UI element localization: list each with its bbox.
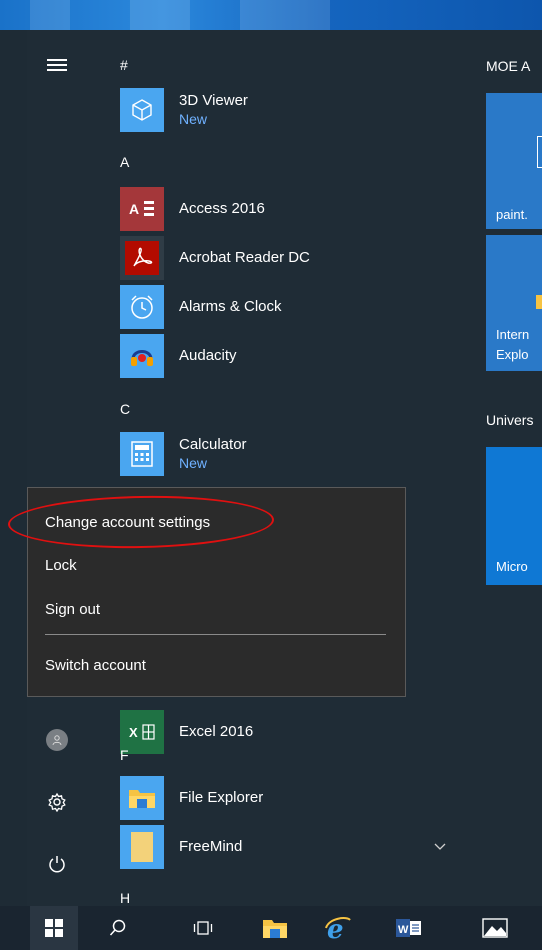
hamburger-icon	[47, 56, 67, 74]
tile-paint[interactable]: paint.	[486, 93, 542, 229]
settings-button[interactable]	[27, 780, 87, 824]
task-view-button[interactable]	[179, 906, 227, 950]
app-name: Alarms & Clock	[179, 298, 282, 315]
paint-icon	[537, 136, 542, 168]
app-list: # 3D Viewer New A A Access 2016 Acrobat …	[87, 30, 467, 906]
app-alarms-clock[interactable]: Alarms & Clock	[120, 285, 460, 329]
access-icon: A	[120, 187, 164, 231]
taskbar-word[interactable]: W	[385, 906, 433, 950]
desktop-wallpaper-strip	[0, 0, 542, 30]
start-button[interactable]	[30, 906, 78, 950]
wallpaper-stripe	[240, 0, 330, 30]
letter-header-h[interactable]: H	[120, 890, 130, 906]
search-icon	[109, 919, 126, 936]
freemind-icon	[120, 825, 164, 869]
chevron-down-icon	[434, 843, 446, 850]
taskbar: e W	[0, 906, 542, 950]
svg-text:X: X	[129, 725, 138, 740]
tile-internet-explorer[interactable]: Intern Explo	[486, 235, 542, 371]
file-explorer-icon	[120, 776, 164, 820]
app-name: Acrobat Reader DC	[179, 249, 310, 266]
settings-gear-icon	[48, 792, 66, 812]
app-calculator[interactable]: Calculator New	[120, 432, 460, 476]
user-avatar-icon	[46, 729, 68, 751]
app-file-explorer[interactable]: File Explorer	[120, 776, 460, 820]
app-name: FreeMind	[179, 838, 243, 855]
app-name: Calculator	[179, 436, 247, 453]
audacity-icon	[120, 334, 164, 378]
app-freemind[interactable]: FreeMind	[120, 825, 460, 869]
calculator-icon	[120, 432, 164, 476]
start-rail	[27, 30, 87, 906]
search-button[interactable]	[94, 906, 142, 950]
svg-text:W: W	[398, 924, 409, 936]
app-audacity[interactable]: Audacity	[120, 334, 460, 378]
app-name: Audacity	[179, 347, 237, 364]
app-name: Access 2016	[179, 200, 265, 217]
taskbar-internet-explorer[interactable]: e	[314, 906, 362, 950]
app-name: File Explorer	[179, 789, 264, 806]
power-button[interactable]	[27, 842, 87, 886]
wallpaper-stripe	[30, 0, 70, 30]
letter-header-f[interactable]: F	[120, 747, 129, 763]
switch-account-item[interactable]: Switch account	[28, 645, 405, 685]
menu-divider	[45, 634, 386, 635]
app-access-2016[interactable]: A Access 2016	[120, 187, 460, 231]
tile-label: Micro	[496, 559, 528, 574]
3d-viewer-icon	[120, 88, 164, 132]
tile-group-heading[interactable]: Univers	[486, 412, 533, 428]
lock-item[interactable]: Lock	[28, 545, 405, 585]
app-new-badge: New	[179, 111, 208, 127]
app-3d-viewer[interactable]: 3D Viewer New	[120, 88, 460, 132]
app-acrobat-reader[interactable]: Acrobat Reader DC	[120, 236, 460, 280]
sign-out-item[interactable]: Sign out	[28, 589, 405, 629]
app-name: 3D Viewer	[179, 92, 248, 109]
app-excel-2016[interactable]: X Excel 2016	[120, 710, 460, 754]
tile-group-heading[interactable]: MOE A	[486, 58, 530, 74]
wallpaper-stripe	[130, 0, 190, 30]
file-explorer-icon	[263, 920, 287, 938]
taskbar-photos[interactable]	[471, 906, 519, 950]
internet-explorer-icon: e	[325, 916, 351, 940]
user-account-button[interactable]	[27, 718, 87, 762]
letter-header-hash[interactable]: #	[120, 57, 128, 73]
acrobat-icon	[120, 236, 164, 280]
tile-label: paint.	[496, 207, 528, 222]
tile-label: Intern	[496, 327, 530, 342]
app-name: Excel 2016	[179, 723, 254, 740]
letter-header-a[interactable]: A	[120, 154, 129, 170]
word-icon: W	[396, 919, 421, 937]
svg-text:A: A	[129, 201, 139, 217]
letter-header-c[interactable]: C	[120, 401, 130, 417]
windows-start-icon	[45, 919, 63, 937]
task-view-icon	[193, 921, 213, 935]
tile-label: Explo	[496, 347, 529, 362]
power-icon	[49, 856, 65, 873]
internet-explorer-icon	[536, 295, 542, 309]
expand-menu-button[interactable]	[27, 43, 87, 87]
taskbar-file-explorer[interactable]	[251, 906, 299, 950]
expand-folder-button[interactable]	[434, 838, 446, 856]
app-new-badge: New	[179, 455, 208, 471]
photos-icon	[482, 918, 508, 938]
tile-microsoft[interactable]: Micro	[486, 447, 542, 585]
alarm-clock-icon	[120, 285, 164, 329]
